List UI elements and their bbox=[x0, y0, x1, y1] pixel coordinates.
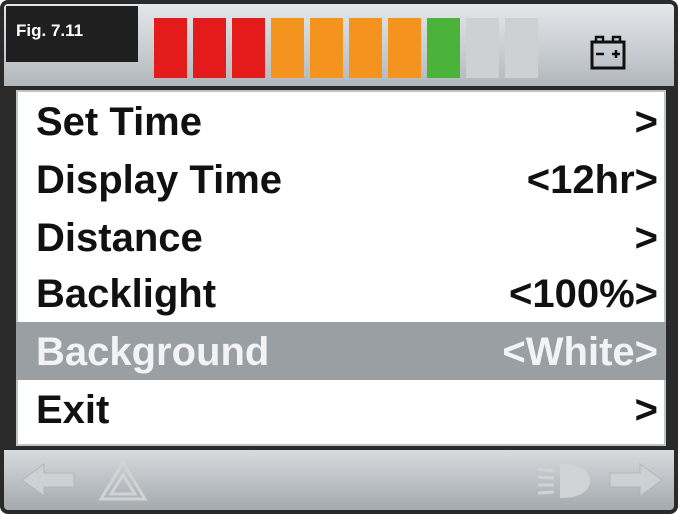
battery-segment bbox=[349, 18, 382, 78]
function-bar bbox=[4, 450, 674, 510]
display-screen: Fig. 7.11 Set Time > Display Time <12hr>… bbox=[0, 0, 678, 514]
battery-segment bbox=[271, 18, 304, 78]
battery-segment bbox=[466, 18, 499, 78]
menu-item-label: Background bbox=[36, 330, 270, 374]
settings-menu: Set Time > Display Time <12hr> Distance … bbox=[16, 90, 666, 446]
left-arrow-icon[interactable] bbox=[18, 460, 80, 500]
menu-item-distance[interactable]: Distance > bbox=[16, 208, 666, 266]
menu-item-label: Exit bbox=[36, 388, 110, 432]
battery-icon bbox=[590, 35, 626, 70]
battery-segment bbox=[193, 18, 226, 78]
right-arrow-icon[interactable] bbox=[604, 460, 666, 500]
menu-item-backlight[interactable]: Backlight <100%> bbox=[16, 264, 666, 322]
menu-item-label: Set Time bbox=[36, 100, 202, 144]
menu-item-value: <White> bbox=[502, 330, 658, 374]
battery-segment bbox=[154, 18, 187, 78]
battery-segment bbox=[388, 18, 421, 78]
menu-item-value: <12hr> bbox=[526, 158, 658, 202]
menu-item-value: > bbox=[634, 100, 658, 144]
hazard-warning-icon[interactable] bbox=[98, 460, 148, 502]
menu-item-background[interactable]: Background <White> bbox=[16, 322, 666, 380]
menu-item-exit[interactable]: Exit > bbox=[16, 380, 666, 438]
battery-segment bbox=[310, 18, 343, 78]
status-bar: Fig. 7.11 bbox=[4, 4, 674, 86]
battery-gauge bbox=[154, 18, 544, 78]
menu-item-value: <100%> bbox=[508, 272, 658, 316]
menu-item-value: > bbox=[634, 216, 658, 260]
menu-item-label: Display Time bbox=[36, 158, 283, 202]
menu-item-label: Backlight bbox=[36, 272, 217, 316]
headlight-icon[interactable] bbox=[534, 460, 594, 502]
battery-segment bbox=[505, 18, 538, 78]
battery-segment bbox=[232, 18, 265, 78]
menu-item-set-time[interactable]: Set Time > bbox=[16, 92, 666, 150]
menu-item-label: Distance bbox=[36, 216, 203, 260]
menu-item-display-time[interactable]: Display Time <12hr> bbox=[16, 150, 666, 208]
battery-segment bbox=[427, 18, 460, 78]
figure-label: Fig. 7.11 bbox=[6, 6, 138, 62]
menu-item-value: > bbox=[634, 388, 658, 432]
